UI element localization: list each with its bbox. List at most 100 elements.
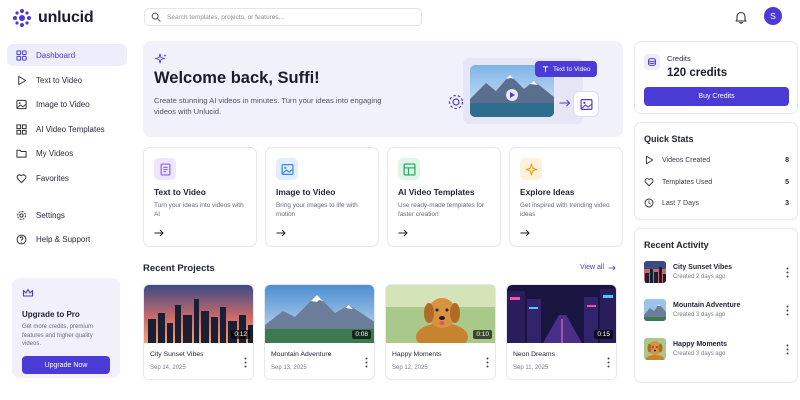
sidebar-item-label: Settings [36,210,65,220]
arrow-right-icon [154,229,164,237]
more-options-icon[interactable] [786,305,789,316]
hero-text-to-video-chip: Text to Video [535,61,598,77]
activity-thumbnail [644,261,666,283]
help-icon [16,234,27,244]
more-options-icon[interactable] [786,344,789,355]
sidebar-item-label: Text to Video [36,75,83,85]
recent-activity-card: Recent Activity City Sunset Vibes Create… [634,228,798,383]
folder-icon [16,149,27,158]
sidebar-item-help-support[interactable]: Help & Support [7,228,127,250]
app-name: unlucid [38,9,94,26]
search-input[interactable] [167,13,407,21]
sidebar-item-settings[interactable]: Settings [7,204,127,226]
more-options-icon[interactable] [365,357,368,368]
activity-item[interactable]: Mountain Adventure Created 3 days ago [644,298,789,322]
feature-card-explore-ideas[interactable]: Explore Ideas Get inspired with trending… [509,147,623,247]
text-cursor-icon [542,65,549,72]
notification-bell-icon[interactable] [734,10,748,24]
arrow-right-icon [398,229,408,237]
hero-chip-label: Text to Video [553,65,591,73]
arrow-right-icon [608,264,616,271]
more-options-icon[interactable] [607,357,610,368]
home-icon [16,49,27,61]
activity-name: Mountain Adventure [673,302,741,309]
stat-value: 5 [785,178,789,186]
credits-label: Credits [667,54,691,63]
quick-stats-title: Quick Stats [644,134,694,144]
project-date: Sep 13, 2025 [271,365,307,371]
image-icon [16,99,27,109]
sparkle-icon [155,53,167,64]
app-logo[interactable]: unlucid [12,6,94,30]
feature-icon-badge [398,158,420,180]
heart-icon [644,178,654,187]
stat-row: Videos Created 8 [644,153,789,167]
sidebar-item-ai-video-templates[interactable]: AI Video Templates [7,118,127,140]
heart-icon [16,173,27,183]
hero-image-badge [573,91,599,117]
activity-item[interactable]: Happy Moments Created 3 days ago [644,337,789,361]
sidebar: Dashboard Text to Video Image to Video A… [0,40,134,400]
quick-stats-card: Quick Stats Videos Created 8 Templates U… [634,122,798,220]
sidebar-item-label: Image to Video [36,99,90,109]
coins-icon [648,58,656,66]
feature-icon-badge [154,158,176,180]
activity-item[interactable]: City Sunset Vibes Created 2 days ago [644,260,789,284]
sidebar-item-text-to-video[interactable]: Text to Video [7,69,127,91]
more-options-icon[interactable] [486,357,489,368]
feature-card-image-to-video[interactable]: Image to Video Bring your images to life… [265,147,379,247]
sidebar-item-favorites[interactable]: Favorites [7,167,127,189]
sidebar-item-my-videos[interactable]: My Videos [7,142,127,164]
feature-description: Use ready-made templates for faster crea… [398,202,484,219]
upgrade-title: Upgrade to Pro [22,310,80,319]
golden-retriever-image [644,338,666,360]
play-icon [646,155,654,165]
upgrade-now-button[interactable]: Upgrade Now [22,356,110,375]
sidebar-item-label: Help & Support [36,234,91,244]
project-thumbnail: 0:15 [507,285,616,343]
stat-label: Videos Created [662,156,711,164]
project-card[interactable]: 0:10 Happy Moments Sep 12, 2025 [385,284,496,380]
sidebar-item-image-to-video[interactable]: Image to Video [7,93,127,115]
sparkle-icon [525,163,537,175]
feature-title: Text to Video [154,187,206,197]
user-avatar[interactable]: S [764,7,782,25]
arrow-right-icon [559,99,571,107]
project-card[interactable]: 0:12 City Sunset Vibes Sep 14, 2025 [143,284,254,380]
project-card[interactable]: 0:08 Mountain Adventure Sep 13, 2025 [264,284,375,380]
buy-credits-button[interactable]: Buy Credits [644,87,789,106]
activity-text: City Sunset Vibes Created 2 days ago [673,264,732,280]
image-icon [579,98,593,110]
sidebar-item-dashboard[interactable]: Dashboard [7,44,127,66]
welcome-title: Welcome back, Suffi! [154,69,320,87]
project-name: Neon Dreams [513,351,555,358]
feature-description: Turn your ideas into videos with AI [154,202,244,219]
feature-card-ai-video-templates[interactable]: AI Video Templates Use ready-made templa… [387,147,501,247]
feature-description: Bring your images to life with motion [276,202,358,219]
project-thumbnail: 0:08 [265,285,374,343]
stat-label: Last 7 Days [662,199,699,207]
project-name: Happy Moments [392,351,442,358]
more-options-icon[interactable] [786,267,789,278]
activity-date: Created 2 days ago [673,274,726,280]
template-icon [402,162,416,176]
more-options-icon[interactable] [244,357,247,368]
duration-badge: 0:10 [473,330,492,339]
view-all-link[interactable]: View all [580,264,616,271]
logo-icon [13,9,31,27]
feature-title: AI Video Templates [398,187,475,197]
credits-value: 120 credits [667,67,728,79]
activity-date: Created 3 days ago [673,312,726,318]
feature-title: Explore Ideas [520,187,575,197]
project-thumbnail: 0:10 [386,285,495,343]
search-bar[interactable] [144,8,422,26]
arrow-right-icon [276,229,286,237]
project-card[interactable]: 0:15 Neon Dreams Sep 11, 2025 [506,284,617,380]
credits-icon-badge [644,54,660,70]
sidebar-item-label: Dashboard [36,50,76,60]
welcome-banner: Welcome back, Suffi! Create stunning AI … [143,41,623,137]
activity-date: Created 3 days ago [673,351,726,357]
feature-card-text-to-video[interactable]: Text to Video Turn your ideas into video… [143,147,257,247]
stat-label: Templates Used [662,178,713,186]
gear-icon [448,94,464,110]
